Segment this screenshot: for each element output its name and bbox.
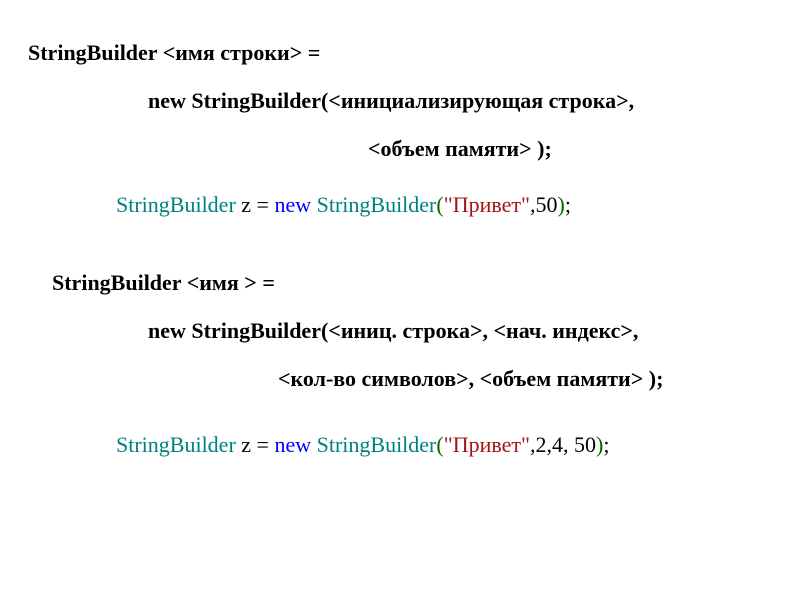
- syntax2-line3-rest: <кол-во символов>, <объем памяти> );: [278, 366, 663, 391]
- type-name: StringBuilder: [116, 192, 241, 217]
- syntax2-line1: StringBuilder <имя > =: [52, 270, 772, 296]
- keyword-stringbuilder: StringBuilder: [52, 270, 181, 295]
- keyword-stringbuilder: StringBuilder: [191, 88, 321, 113]
- syntax1-line3: <объем памяти> );: [368, 136, 772, 162]
- var-decl: z =: [241, 192, 274, 217]
- slide-content: StringBuilder <имя строки> = new StringB…: [0, 0, 800, 478]
- syntax2-line3: <кол-во символов>, <объем памяти> );: [278, 366, 772, 392]
- var-decl: z =: [241, 432, 274, 457]
- semicolon: ;: [565, 192, 571, 217]
- string-literal: "Привет": [444, 192, 530, 217]
- constructor-name: StringBuilder: [317, 432, 437, 457]
- example1: StringBuilder z = new StringBuilder("При…: [116, 192, 772, 218]
- keyword-new: new: [148, 318, 191, 343]
- semicolon: ;: [603, 432, 609, 457]
- syntax1-line1-rest: <имя строки> =: [157, 40, 320, 65]
- args: ,50: [530, 192, 558, 217]
- keyword-new: new: [148, 88, 191, 113]
- syntax2-line1-rest: <имя > =: [181, 270, 275, 295]
- keyword-stringbuilder: StringBuilder: [191, 318, 321, 343]
- syntax2-line2: new StringBuilder(<иниц. строка>, <нач. …: [148, 318, 772, 344]
- syntax1-line1: StringBuilder <имя строки> =: [28, 40, 772, 66]
- args: ,2,4, 50: [530, 432, 596, 457]
- example2: StringBuilder z = new StringBuilder("При…: [116, 432, 772, 458]
- keyword-stringbuilder: StringBuilder: [28, 40, 157, 65]
- syntax1-line2-rest: (<инициализирующая строка>,: [321, 88, 634, 113]
- paren-open: (: [436, 432, 443, 457]
- syntax1-line3-rest: <объем памяти> );: [368, 136, 552, 161]
- paren-open: (: [436, 192, 443, 217]
- paren-close: ): [557, 192, 564, 217]
- constructor-name: StringBuilder: [317, 192, 437, 217]
- type-name: StringBuilder: [116, 432, 241, 457]
- syntax2-line2-rest: (<иниц. строка>, <нач. индекс>,: [321, 318, 638, 343]
- syntax1-line2: new StringBuilder(<инициализирующая стро…: [148, 88, 772, 114]
- new-keyword: new: [274, 192, 316, 217]
- string-literal: "Привет": [444, 432, 530, 457]
- new-keyword: new: [274, 432, 316, 457]
